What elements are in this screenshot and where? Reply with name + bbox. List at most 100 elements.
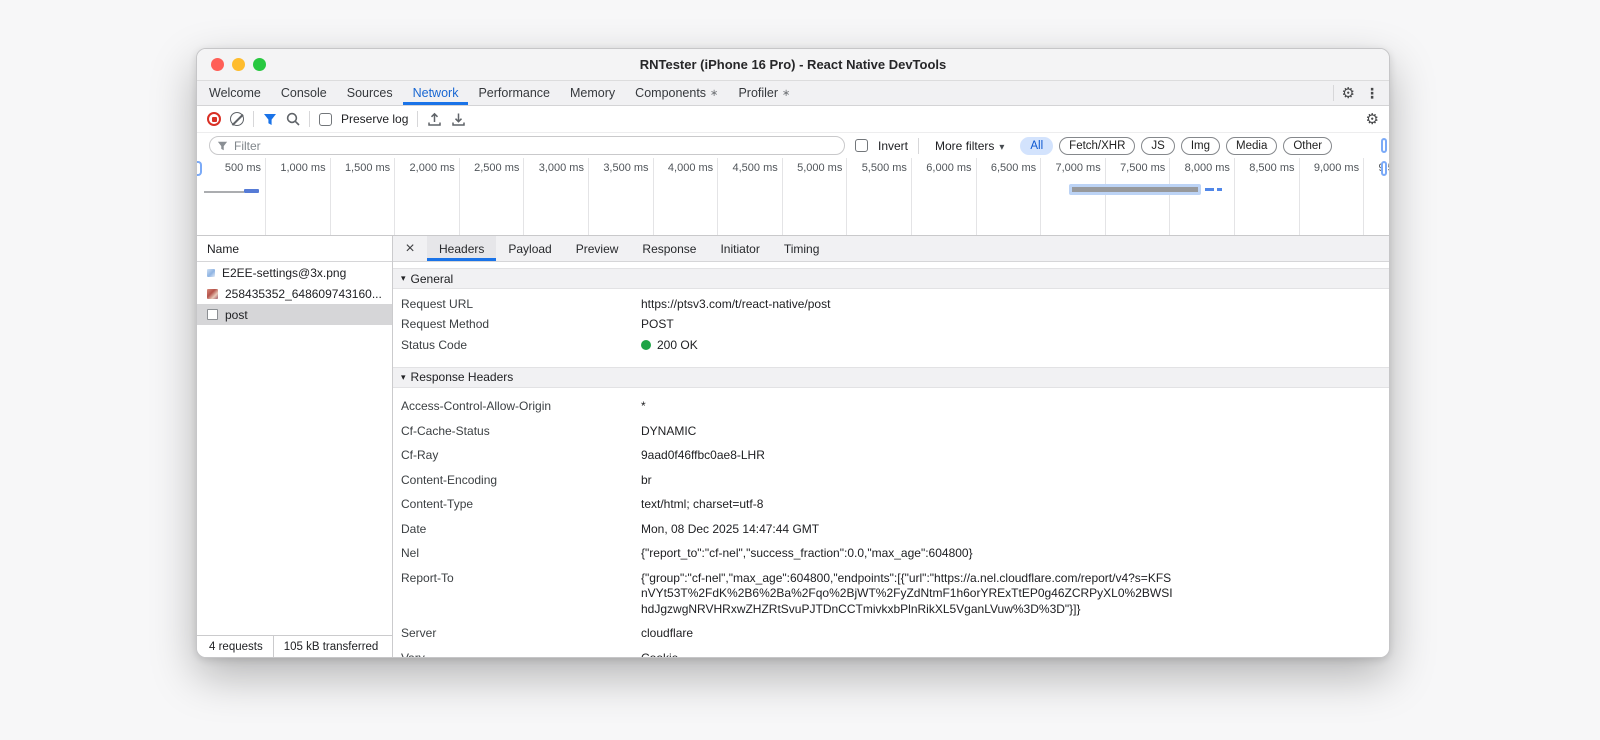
waterfall-bar-selected [1069,184,1201,195]
timeline-tick: 6,500 ms [977,158,1042,235]
separator [918,137,920,154]
main-tab[interactable]: Console [271,81,337,105]
new-feature-badge-icon: ∗ [782,87,791,99]
header-name: Server [401,626,437,640]
header-row: Report-To {"group":"cf-nel","max_age":60… [393,566,1389,622]
main-tab-label: Components [635,86,707,100]
network-settings-gear-icon[interactable]: ⚙ [1366,112,1379,127]
timeline-tick: 6,000 ms [912,158,977,235]
timeline-tick-label: 5,000 ms [797,162,843,174]
header-name: Access-Control-Allow-Origin [401,399,552,413]
general-section-header[interactable]: ▾ General [393,268,1389,289]
more-options-kebab-icon[interactable]: ⋮ [1363,86,1381,100]
name-column-header[interactable]: Name [197,236,392,262]
header-name: Cf-Ray [401,448,439,462]
network-toolbar: Preserve log ⚙ [197,106,1389,133]
invert-label[interactable]: Invert [878,139,908,153]
timeline-tick-label: 6,000 ms [926,162,972,174]
request-type-icon [207,288,218,299]
separator [272,636,274,657]
main-tab[interactable]: Profiler ∗ [728,81,800,105]
timeline-tick-label: 2,000 ms [409,162,455,174]
timeline-tick-label: 7,500 ms [1120,162,1166,174]
header-row: Nel {"report_to":"cf-nel","success_fract… [393,542,1389,567]
main-tab-label: Console [280,86,327,100]
request-type-filter-pill[interactable]: Other [1283,136,1333,155]
filter-funnel-icon[interactable] [263,113,277,126]
network-overview-timeline[interactable]: 500 ms 1,000 ms 1,500 ms 2,000 ms 2,500 … [197,158,1389,236]
header-value: DYNAMIC [641,423,697,438]
request-type-filter-pill[interactable]: All [1020,136,1054,155]
request-list: E2EE-settings@3x.png 258435352_648609743… [197,262,392,635]
detail-tab[interactable]: Headers [427,236,497,261]
header-row: Content-Encoding br [393,468,1389,493]
status-bar: 4 requests 105 kB transferred [197,635,392,657]
disclosure-triangle-icon: ▾ [401,371,406,382]
main-tab-label: Performance [478,86,551,100]
timeline-tick: 1,000 ms [266,158,331,235]
main-tab[interactable]: Welcome [199,81,271,105]
request-row[interactable]: 258435352_648609743160... [197,283,392,304]
request-type-icon [207,268,215,277]
request-type-filter-pill[interactable]: JS [1141,136,1175,155]
close-detail-icon[interactable]: × [393,236,427,261]
detail-tab[interactable]: Preview [564,236,631,261]
detail-tab[interactable]: Payload [496,236,563,261]
waterfall-bar [244,189,259,193]
import-har-upload-icon[interactable] [427,112,442,127]
request-type-filter-pill[interactable]: Fetch/XHR [1059,136,1136,155]
minimize-window-button[interactable] [232,58,245,71]
main-tab[interactable]: Components ∗ [625,81,728,105]
detail-tab[interactable]: Timing [772,236,832,261]
timeline-tick-label: 2,500 ms [474,162,520,174]
header-value: Cookie [641,651,678,658]
scrollbar-thumb[interactable] [197,161,202,176]
request-row[interactable]: post [197,304,392,325]
settings-gear-icon[interactable]: ⚙ [1342,86,1355,101]
request-row[interactable]: E2EE-settings@3x.png [197,262,392,283]
header-value: 9aad0f46ffbc0ae8-LHR [641,448,765,462]
filter-bar: Invert More filters▾ All Fetch/XHR JS Im… [197,133,1389,158]
invert-checkbox[interactable] [855,139,868,152]
request-type-filter-pill[interactable]: Media [1226,136,1278,155]
request-count: 4 requests [209,640,263,653]
timeline-tick-label: 500 ms [224,162,261,174]
separator [417,111,419,127]
export-har-download-icon[interactable] [451,112,466,127]
response-headers-section-header[interactable]: ▾ Response Headers [393,366,1389,388]
main-tab[interactable]: Network [402,81,469,105]
main-tab[interactable]: Memory [560,81,625,105]
detail-tab[interactable]: Response [630,236,708,261]
header-value: POST [641,317,674,331]
main-tab[interactable]: Performance [468,81,560,105]
main-tab-label: Network [412,86,459,100]
title-bar: RNTester (iPhone 16 Pro) - React Native … [197,49,1389,81]
window-title: RNTester (iPhone 16 Pro) - React Native … [639,57,947,72]
record-network-log-button[interactable] [207,112,221,126]
preserve-log-label[interactable]: Preserve log [341,112,408,126]
timeline-tick: 8,000 ms [1170,158,1235,235]
header-row: Cf-Ray 9aad0f46ffbc0ae8-LHR [393,444,1389,469]
zoom-window-button[interactable] [253,58,266,71]
filter-input[interactable] [209,136,845,155]
request-type-filter-pill[interactable]: Img [1180,136,1221,155]
scrollbar-thumb[interactable] [1381,161,1387,176]
header-value: br [641,472,652,487]
more-filters-button[interactable]: More filters ▾ [935,139,1004,153]
scrollbar-thumb[interactable] [1381,138,1387,153]
close-window-button[interactable] [211,58,224,71]
filter-input-funnel-icon [217,141,228,151]
timeline-tick-label: 7,000 ms [1055,162,1101,174]
detail-tab[interactable]: Initiator [708,236,771,261]
separator [309,111,310,127]
header-name: Vary [393,651,641,658]
timeline-tick: 7,000 ms [1041,158,1106,235]
clear-network-log-button[interactable] [230,112,244,126]
header-row: Status Code 200 OK [393,335,1389,356]
preserve-log-checkbox[interactable] [319,112,332,126]
header-name: Cf-Cache-Status [401,423,490,438]
request-name: E2EE-settings@3x.png [222,265,347,280]
search-icon[interactable] [286,112,300,126]
main-tab[interactable]: Sources [337,81,403,105]
timeline-tick-label: 4,500 ms [732,162,778,174]
